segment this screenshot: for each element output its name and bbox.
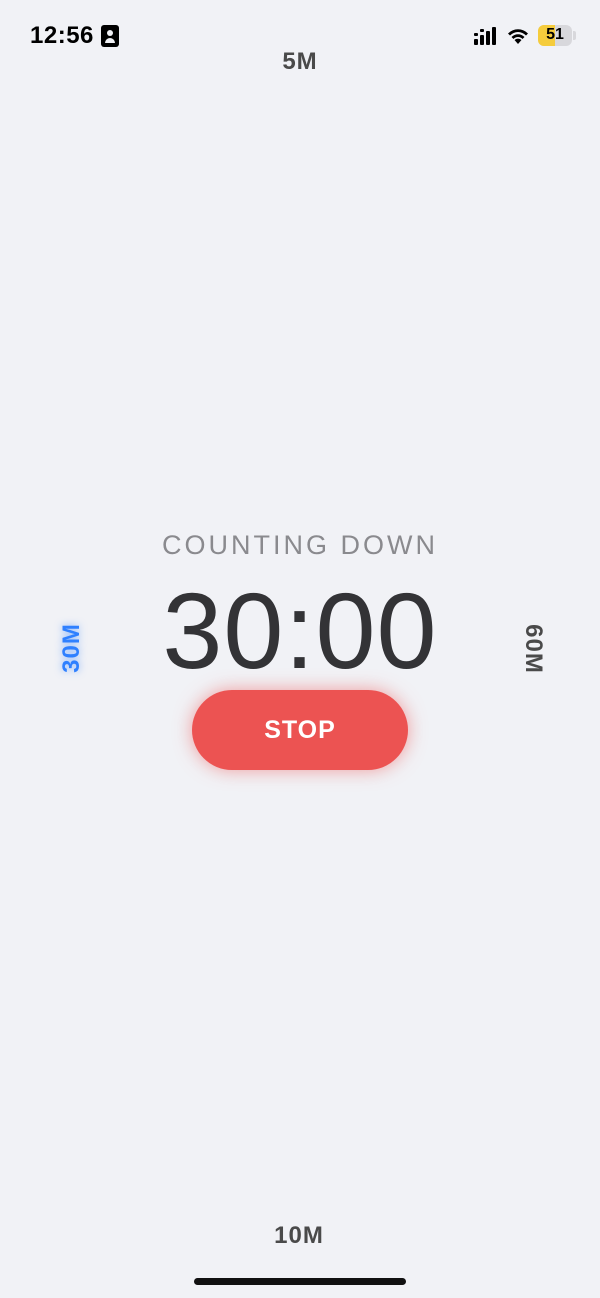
preset-60m[interactable]: 60M <box>518 599 548 699</box>
stop-button[interactable]: STOP <box>192 690 408 770</box>
preset-30m[interactable]: 30M <box>57 598 87 698</box>
countdown-display: 30:00 <box>162 570 438 691</box>
battery-icon: 51 <box>538 25 572 46</box>
preset-10m[interactable]: 10M <box>249 1222 349 1250</box>
wifi-icon <box>508 29 528 44</box>
preset-5m[interactable]: 5M <box>250 48 350 76</box>
cellular-signal-icon <box>474 27 496 45</box>
contact-card-icon <box>101 25 119 47</box>
status-time: 12:56 <box>30 22 94 49</box>
timer-status-label: COUNTING DOWN <box>162 530 438 560</box>
battery-tip <box>573 31 576 40</box>
battery-percent: 51 <box>546 26 564 43</box>
home-indicator[interactable] <box>194 1278 406 1285</box>
